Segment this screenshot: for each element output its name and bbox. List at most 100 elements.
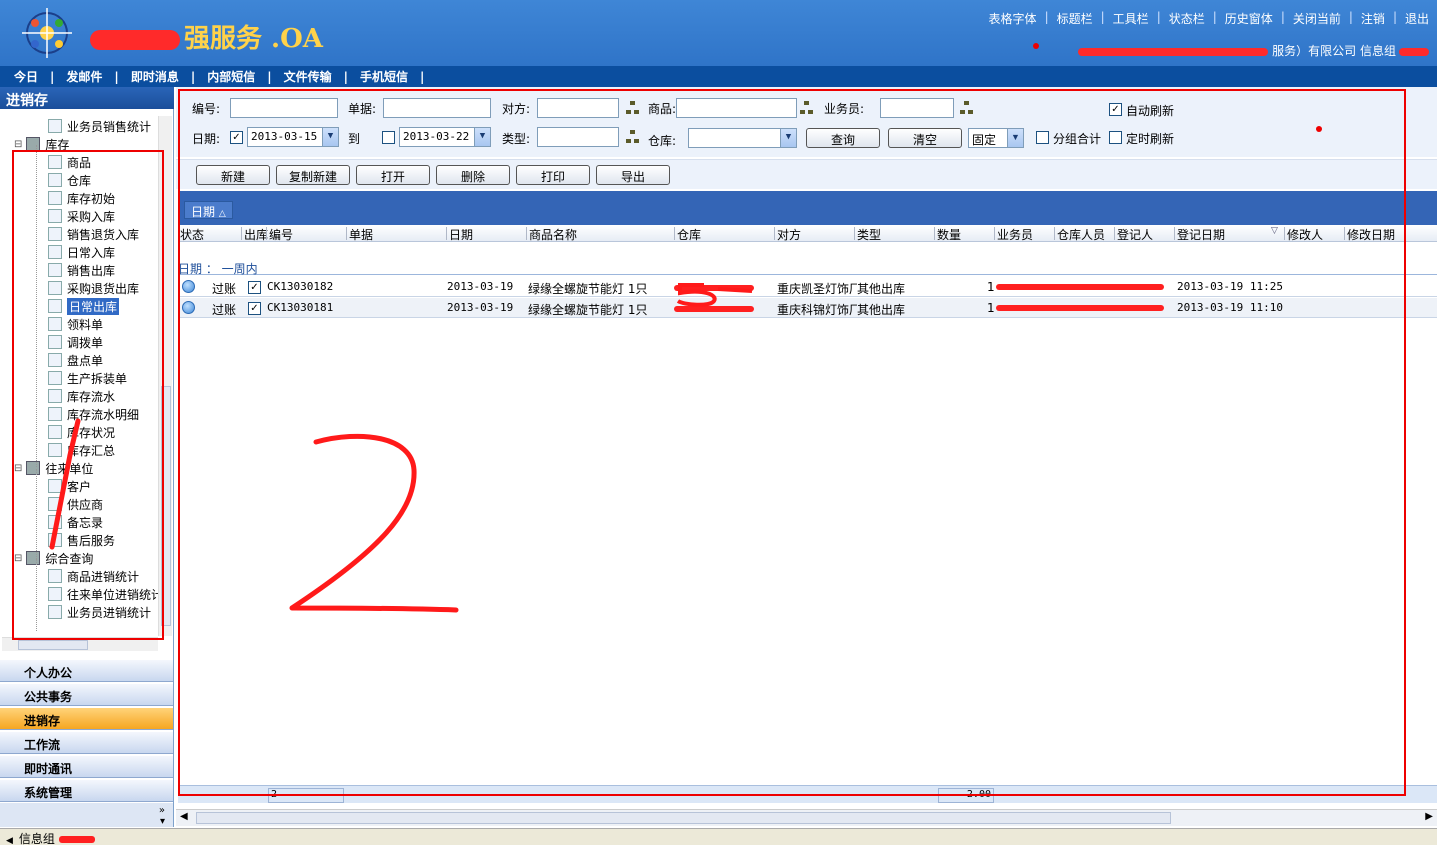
tree-item[interactable]: 业务员进销统计 — [48, 603, 151, 621]
tree-item[interactable]: 库存流水 — [48, 387, 115, 405]
group-total-checkbox[interactable] — [1036, 131, 1049, 144]
nav-button[interactable]: 进销存 — [0, 707, 173, 730]
column-header[interactable]: 登记人 — [1117, 226, 1153, 243]
scrollbar-thumb[interactable] — [18, 640, 88, 650]
menu-item[interactable]: 今日 — [14, 68, 38, 85]
column-header[interactable]: 日期 — [449, 226, 473, 243]
nav-overflow[interactable]: » ▾ — [0, 803, 173, 827]
nav-button[interactable]: 系统管理 — [0, 779, 173, 802]
tree-item[interactable]: 业务员销售统计 — [48, 117, 151, 135]
top-link[interactable]: 注销 — [1361, 10, 1385, 27]
column-header[interactable]: 出库 — [244, 226, 268, 243]
party-input[interactable] — [537, 98, 619, 118]
scrollbar-thumb[interactable] — [196, 812, 1171, 824]
column-header[interactable]: 修改人 — [1287, 226, 1323, 243]
nav-button[interactable]: 个人办公 — [0, 659, 173, 682]
column-header[interactable]: 仓库人员 — [1057, 226, 1105, 243]
menu-item[interactable]: 发邮件 — [66, 68, 102, 85]
tree-item[interactable]: 领料单 — [48, 315, 103, 333]
toolbar-button[interactable]: 打开 — [356, 165, 430, 185]
party-picker-icon[interactable] — [626, 101, 640, 115]
tree-item[interactable]: ⊟ 库存 — [14, 135, 69, 153]
tree-item[interactable]: 商品 — [48, 153, 91, 171]
table-row[interactable]: 过账 ✓ CK13030181 2013-03-19 绿缘全螺旋节能灯 1只 重庆科锦灯饰… — [178, 298, 1437, 318]
scroll-right-icon[interactable]: ▶ — [1425, 811, 1433, 822]
tree-horizontal-scrollbar[interactable] — [2, 637, 158, 651]
query-button[interactable]: 查询 — [806, 128, 880, 148]
grid-group-row[interactable]: 日期 ： 一周内 — [178, 257, 1437, 276]
scrollbar-thumb[interactable] — [161, 386, 171, 626]
tree-item[interactable]: 库存初始 — [48, 189, 115, 207]
scroll-left-icon[interactable]: ◀ — [6, 836, 13, 845]
tree-item[interactable]: 商品进销统计 — [48, 567, 139, 585]
toolbar-button[interactable]: 复制新建 — [276, 165, 350, 185]
top-link[interactable]: 关闭当前 — [1293, 10, 1341, 27]
toolbar-button[interactable]: 打印 — [516, 165, 590, 185]
tree-item[interactable]: 采购入库 — [48, 207, 115, 225]
expander-icon[interactable]: ⊟ — [14, 553, 22, 564]
chevron-down-icon[interactable]: ▼ — [474, 128, 490, 146]
top-link[interactable]: 历史窗体 — [1225, 10, 1273, 27]
date-from-select[interactable]: 2013-03-15 ▼ — [247, 127, 339, 147]
top-link[interactable]: 表格字体 — [989, 10, 1037, 27]
nav-button[interactable]: 即时通讯 — [0, 755, 173, 778]
nav-button[interactable]: 公共事务 — [0, 683, 173, 706]
column-header[interactable]: 类型 — [857, 226, 881, 243]
mode-select[interactable]: 固定 ▼ — [968, 128, 1024, 148]
goods-input[interactable] — [676, 98, 797, 118]
tree-item[interactable]: 采购退货出库 — [48, 279, 139, 297]
doc-input[interactable] — [383, 98, 491, 118]
expander-icon[interactable]: ⊟ — [14, 139, 22, 150]
menu-item[interactable]: 文件传输 — [284, 68, 332, 85]
tree-item[interactable]: 往来单位进销统计 — [48, 585, 160, 603]
tree-item[interactable]: 调拨单 — [48, 333, 103, 351]
tree-item[interactable]: 日常出库 — [48, 297, 120, 315]
table-row[interactable]: 过账 ✓ CK13030182 2013-03-19 绿缘全螺旋节能灯 1只 重庆凯圣灯饰… — [178, 277, 1437, 297]
chevron-down-icon[interactable]: ▼ — [1007, 129, 1023, 147]
column-header[interactable]: 登记日期 — [1177, 226, 1225, 243]
tree-vertical-scrollbar[interactable] — [158, 116, 172, 636]
menu-item[interactable]: 即时消息 — [131, 68, 179, 85]
column-header[interactable]: 业务员 — [997, 226, 1033, 243]
no-input[interactable] — [230, 98, 338, 118]
top-link[interactable]: 工具栏 — [1113, 10, 1149, 27]
goods-picker-icon[interactable] — [800, 101, 814, 115]
salesman-input[interactable] — [880, 98, 954, 118]
scroll-left-icon[interactable]: ◀ — [180, 811, 188, 822]
expander-icon[interactable]: ⊟ — [14, 463, 22, 474]
warehouse-select[interactable]: ▼ — [688, 128, 797, 148]
group-chip-date[interactable]: 日期 △ — [184, 201, 233, 219]
date-to-select[interactable]: 2013-03-22 ▼ — [399, 127, 491, 147]
menu-item[interactable]: 内部短信 — [207, 68, 255, 85]
toolbar-button[interactable]: 导出 — [596, 165, 670, 185]
tree-item[interactable]: 仓库 — [48, 171, 91, 189]
top-link[interactable]: 标题栏 — [1057, 10, 1093, 27]
tree-item[interactable]: 日常入库 — [48, 243, 115, 261]
timed-refresh-checkbox[interactable] — [1109, 131, 1122, 144]
column-header[interactable]: 仓库 — [677, 226, 701, 243]
tree-item[interactable]: 生产拆装单 — [48, 369, 127, 387]
chevron-down-icon[interactable]: ▼ — [780, 129, 796, 147]
type-input[interactable] — [537, 127, 619, 147]
clear-button[interactable]: 清空 — [888, 128, 962, 148]
toolbar-button[interactable]: 新建 — [196, 165, 270, 185]
column-header[interactable]: 单据 — [349, 226, 373, 243]
type-picker-icon[interactable] — [626, 130, 640, 144]
column-header[interactable]: 数量 — [937, 226, 961, 243]
row-out-checkbox[interactable]: ✓ — [248, 302, 261, 315]
column-header[interactable]: 状态 — [180, 226, 204, 243]
chevron-down-icon[interactable]: ▼ — [322, 128, 338, 146]
column-header[interactable]: 商品名称 — [529, 226, 577, 243]
top-link[interactable]: 状态栏 — [1169, 10, 1205, 27]
menu-item[interactable]: 手机短信 — [360, 68, 408, 85]
tree-item[interactable]: 盘点单 — [48, 351, 103, 369]
tree-item[interactable]: 销售出库 — [48, 261, 115, 279]
salesman-picker-icon[interactable] — [960, 101, 974, 115]
date-from-checkbox[interactable]: ✓ — [230, 131, 243, 144]
double-chevron-icon[interactable]: » ▾ — [159, 805, 165, 827]
grid-horizontal-scrollbar[interactable]: ◀ ▶ — [176, 809, 1437, 826]
column-header[interactable]: 编号 — [269, 226, 293, 243]
row-out-checkbox[interactable]: ✓ — [248, 281, 261, 294]
auto-refresh-checkbox[interactable]: ✓ — [1109, 103, 1122, 116]
column-header[interactable]: 修改日期 — [1347, 226, 1395, 243]
